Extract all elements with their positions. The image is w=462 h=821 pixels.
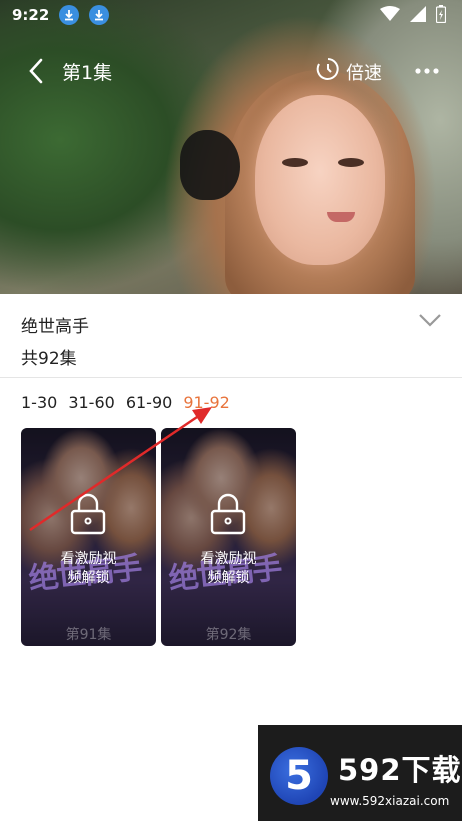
watermark-url: www.592xiazai.com xyxy=(330,794,450,808)
range-tab[interactable]: 61-90 xyxy=(126,393,173,412)
episode-count: 共92集 xyxy=(21,349,77,369)
speed-icon xyxy=(316,57,340,86)
video-player[interactable]: 9:22 第1集 倍速 xyxy=(0,0,462,294)
video-frame-bow xyxy=(180,130,240,200)
speed-button[interactable]: 倍速 xyxy=(316,57,382,86)
more-options-button[interactable] xyxy=(412,58,442,84)
episode-card[interactable]: 绝世高手 看激励视 频解锁 第91集 xyxy=(21,428,156,646)
episode-card[interactable]: 绝世高手 看激励视 频解锁 第92集 xyxy=(161,428,296,646)
lock-icon xyxy=(69,493,107,535)
episode-range-tabs: 1-30 31-60 61-90 91-92 xyxy=(21,393,230,412)
drama-title: 绝世高手 xyxy=(21,317,89,337)
episode-label: 第92集 xyxy=(205,627,252,643)
speed-label: 倍速 xyxy=(346,62,382,84)
unlock-hint-line: 频解锁 xyxy=(207,570,250,586)
episode-title: 第1集 xyxy=(62,62,113,84)
lock-icon xyxy=(209,493,247,535)
video-frame-eye xyxy=(338,158,364,167)
site-watermark: 5 592下载 www.592xiazai.com xyxy=(258,725,462,821)
signal-icon xyxy=(410,6,426,26)
chevron-down-icon[interactable] xyxy=(416,310,444,330)
episode-label: 第91集 xyxy=(65,627,112,643)
download-icon xyxy=(89,5,110,25)
card-overlay xyxy=(21,428,156,646)
unlock-hint-line: 频解锁 xyxy=(67,570,110,586)
range-tab-active[interactable]: 91-92 xyxy=(183,393,230,412)
drama-info: 绝世高手 共92集 xyxy=(0,294,462,378)
watermark-logo: 5 xyxy=(270,747,328,805)
wifi-icon xyxy=(380,6,400,26)
battery-icon xyxy=(435,5,447,27)
range-tab[interactable]: 31-60 xyxy=(68,393,115,412)
back-button[interactable] xyxy=(22,56,52,86)
unlock-hint: 看激励视 频解锁 xyxy=(161,550,296,588)
download-icon xyxy=(59,5,80,25)
status-time: 9:22 xyxy=(12,6,50,24)
unlock-hint: 看激励视 频解锁 xyxy=(21,550,156,588)
card-overlay xyxy=(161,428,296,646)
watermark-title: 592下载 xyxy=(338,753,462,787)
video-frame-eye xyxy=(282,158,308,167)
player-topbar: 第1集 倍速 xyxy=(0,48,462,92)
unlock-hint-line: 看激励视 xyxy=(200,551,257,567)
video-frame-face xyxy=(255,95,385,265)
unlock-hint-line: 看激励视 xyxy=(60,551,117,567)
range-tab[interactable]: 1-30 xyxy=(21,393,57,412)
status-bar: 9:22 xyxy=(0,0,462,30)
